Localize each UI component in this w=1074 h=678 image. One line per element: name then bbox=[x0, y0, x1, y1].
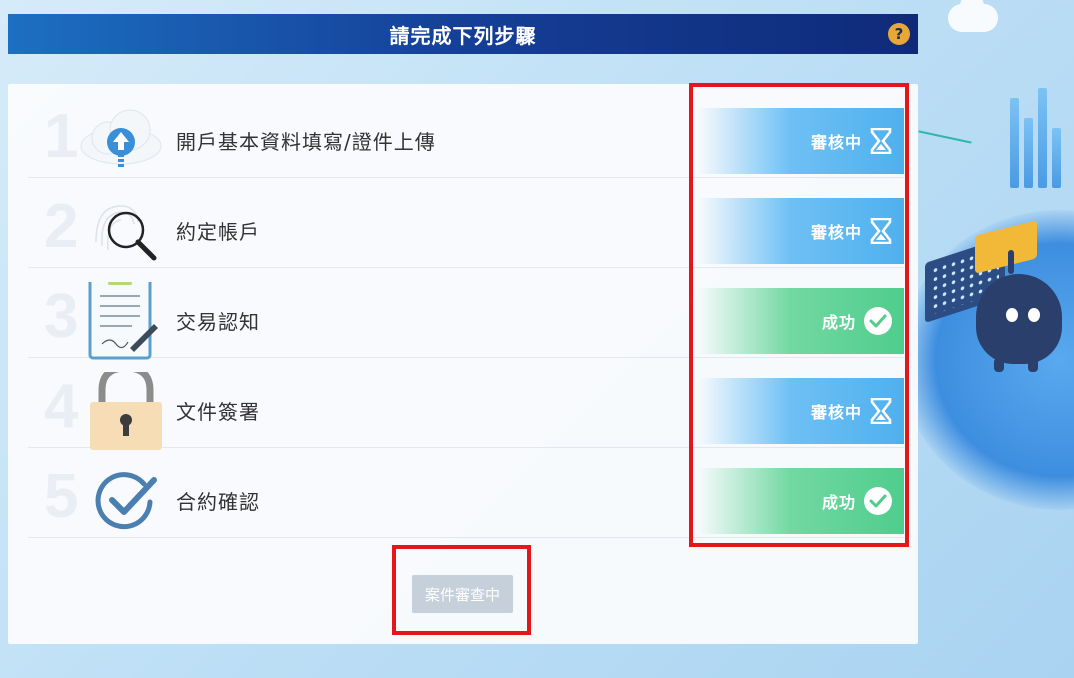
padlock-icon bbox=[76, 364, 166, 450]
page-title: 請完成下列步驟 bbox=[389, 23, 537, 48]
robot-mascot bbox=[968, 250, 1064, 372]
step-label: 交易認知 bbox=[176, 310, 260, 334]
step-number: 1 bbox=[44, 102, 79, 171]
step-label: 開戶基本資料填寫/證件上傳 bbox=[176, 130, 436, 154]
step-label: 約定帳戶 bbox=[176, 220, 260, 244]
step-label: 文件簽署 bbox=[176, 400, 260, 424]
step-number: 2 bbox=[44, 192, 79, 261]
question-circle-icon[interactable]: ? bbox=[888, 23, 910, 45]
cloud-decoration bbox=[948, 0, 998, 32]
step-label: 合約確認 bbox=[176, 490, 260, 514]
clipboard-document-icon bbox=[76, 276, 166, 360]
step-number: 5 bbox=[44, 462, 79, 531]
line-decoration bbox=[918, 130, 972, 144]
case-review-button[interactable]: 案件審查中 bbox=[412, 575, 513, 613]
step-number: 4 bbox=[44, 372, 79, 441]
check-circle-outline-icon bbox=[76, 462, 166, 538]
step-number: 3 bbox=[44, 282, 79, 351]
cloud-upload-icon bbox=[76, 102, 166, 178]
bar-graph-decoration bbox=[1010, 78, 1070, 188]
magnifier-fingerprint-icon bbox=[76, 192, 166, 268]
status-highlight-box bbox=[689, 83, 909, 547]
header-bar: 請完成下列步驟 ? bbox=[8, 14, 918, 54]
